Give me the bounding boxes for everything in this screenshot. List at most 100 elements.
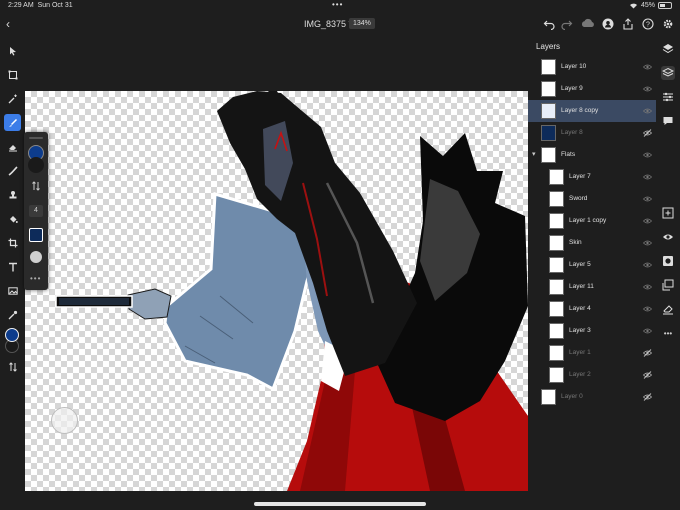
layer-name: Layer 8 xyxy=(561,129,583,136)
zoom-level[interactable]: 134% xyxy=(349,18,375,29)
layer-thumbnail xyxy=(549,323,564,339)
layer-row[interactable]: Layer 8 xyxy=(528,122,656,144)
undo-icon[interactable] xyxy=(543,18,555,31)
eye-hidden-icon[interactable] xyxy=(643,371,652,379)
layer-name: Flats xyxy=(561,151,576,158)
layer-thumbnail xyxy=(549,279,564,295)
artwork-canvas[interactable] xyxy=(25,91,528,491)
layer-row[interactable]: Layer 4 xyxy=(528,298,656,320)
brush-opacity-preview[interactable] xyxy=(30,251,42,263)
layer-thumbnail xyxy=(549,169,564,185)
eye-icon[interactable] xyxy=(643,327,652,335)
layer-thumbnail xyxy=(541,125,556,141)
add-layer-icon[interactable] xyxy=(661,206,675,220)
visibility-icon[interactable] xyxy=(661,230,675,244)
layer-row[interactable]: Layer 1 copy xyxy=(528,210,656,232)
redo-icon[interactable] xyxy=(561,18,573,31)
text-icon[interactable] xyxy=(4,258,21,275)
layer-thumbnail xyxy=(541,147,556,163)
layer-name: Skin xyxy=(569,239,582,246)
eye-icon[interactable] xyxy=(643,217,652,225)
layer-row[interactable]: Layer 8 copy xyxy=(528,100,656,122)
home-indicator[interactable] xyxy=(254,502,426,506)
eye-hidden-icon[interactable] xyxy=(643,349,652,357)
battery-indicator: 45% xyxy=(629,2,672,9)
layer-thumbnail xyxy=(541,81,556,97)
wifi-icon xyxy=(629,3,637,9)
brush-more-icon[interactable]: ••• xyxy=(30,274,41,283)
back-chevron-icon[interactable]: ‹ xyxy=(6,17,10,31)
layer-row[interactable]: Sword xyxy=(528,188,656,210)
mask-icon[interactable] xyxy=(661,254,675,268)
magic-wand-icon[interactable] xyxy=(4,90,21,107)
eye-icon[interactable] xyxy=(643,261,652,269)
swap-colors-icon[interactable] xyxy=(4,358,21,375)
document-title[interactable]: IMG_8375 * xyxy=(304,19,352,29)
brush-adjust-icon[interactable] xyxy=(31,178,41,191)
multitasking-dots[interactable]: ••• xyxy=(332,0,343,9)
eye-icon[interactable] xyxy=(643,239,652,247)
image-icon[interactable] xyxy=(4,282,21,299)
eraser-icon[interactable] xyxy=(4,138,21,155)
brush-icon[interactable] xyxy=(4,114,21,131)
layer-row[interactable]: Layer 5 xyxy=(528,254,656,276)
layers-icon[interactable] xyxy=(661,42,675,56)
eyedropper-icon[interactable] xyxy=(4,306,21,323)
eye-icon[interactable] xyxy=(643,85,652,93)
layer-row[interactable]: Layer 3 xyxy=(528,320,656,342)
layer-thumbnail xyxy=(541,103,556,119)
settings-gear-icon[interactable] xyxy=(662,18,674,30)
primary-color-swatch[interactable] xyxy=(5,328,19,342)
adjustments-icon[interactable] xyxy=(661,90,675,104)
layer-row[interactable]: Layer 7 xyxy=(528,166,656,188)
group-chevron-icon[interactable]: ▾ xyxy=(532,150,536,158)
paint-bucket-icon[interactable] xyxy=(4,210,21,227)
eye-icon[interactable] xyxy=(643,63,652,71)
layer-thumbnail xyxy=(541,389,556,405)
export-icon[interactable] xyxy=(622,18,634,30)
top-bar: ‹ IMG_8375 * 134% ? xyxy=(0,12,680,36)
help-icon[interactable]: ? xyxy=(642,18,654,30)
layer-thumbnail xyxy=(549,367,564,383)
clone-stamp-icon[interactable] xyxy=(4,186,21,203)
layer-thumbnail xyxy=(549,301,564,317)
layer-thumbnail xyxy=(549,257,564,273)
layer-row[interactable]: Layer 1 xyxy=(528,342,656,364)
brush-size-value[interactable]: 4 xyxy=(29,205,43,217)
clear-icon[interactable] xyxy=(661,302,675,316)
layer-row[interactable]: Layer 2 xyxy=(528,364,656,386)
eye-icon[interactable] xyxy=(643,173,652,181)
transform-icon[interactable] xyxy=(4,66,21,83)
eye-icon[interactable] xyxy=(643,151,652,159)
share-user-icon[interactable] xyxy=(602,18,614,30)
crop-icon[interactable] xyxy=(4,234,21,251)
touch-shortcut-button[interactable] xyxy=(51,407,78,434)
cloud-icon[interactable] xyxy=(581,18,594,30)
eye-icon[interactable] xyxy=(643,107,652,115)
layer-row[interactable]: ▾ Flats xyxy=(528,144,656,166)
more-icon[interactable]: ••• xyxy=(661,326,675,340)
eye-hidden-icon[interactable] xyxy=(643,393,652,401)
artwork xyxy=(55,91,528,491)
merge-down-icon[interactable] xyxy=(661,278,675,292)
brush-color-swatch[interactable] xyxy=(29,228,43,242)
eye-icon[interactable] xyxy=(643,305,652,313)
layer-row[interactable]: Skin xyxy=(528,232,656,254)
layer-name: Layer 7 xyxy=(569,173,591,180)
select-arrow-icon[interactable] xyxy=(4,42,21,59)
panel-grip[interactable] xyxy=(29,137,43,139)
layer-row[interactable]: Layer 9 xyxy=(528,78,656,100)
layer-properties-icon[interactable] xyxy=(661,66,675,80)
layer-row[interactable]: Layer 0 xyxy=(528,386,656,408)
eye-icon[interactable] xyxy=(643,195,652,203)
brush-settings-panel: 4 ••• xyxy=(24,132,48,290)
right-toolbar: ••• xyxy=(656,36,680,510)
eye-hidden-icon[interactable] xyxy=(643,129,652,137)
comments-icon[interactable] xyxy=(661,114,675,128)
smudge-icon[interactable] xyxy=(4,162,21,179)
left-toolbar xyxy=(0,36,25,510)
layer-row[interactable]: Layer 11 xyxy=(528,276,656,298)
layer-thumbnail xyxy=(541,59,556,75)
eye-icon[interactable] xyxy=(643,283,652,291)
layer-row[interactable]: Layer 10 xyxy=(528,56,656,78)
